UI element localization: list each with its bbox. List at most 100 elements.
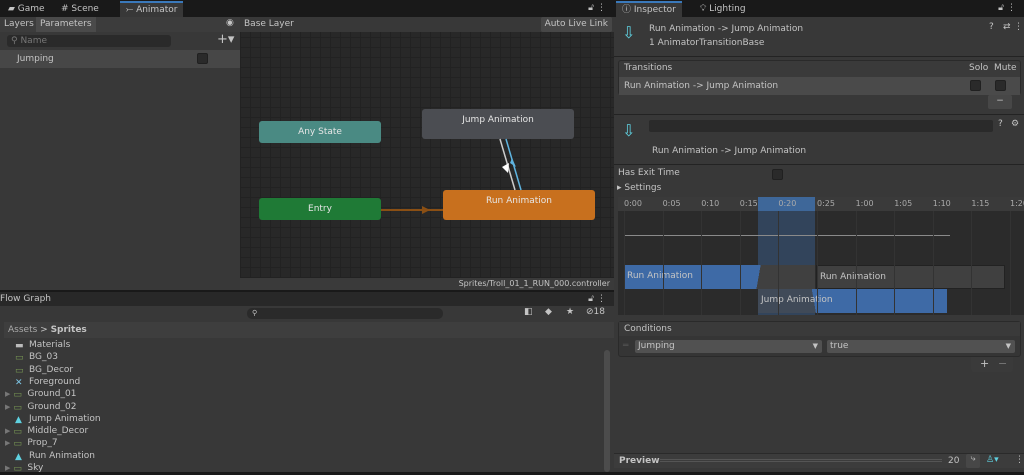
- layers-tab[interactable]: Layers: [4, 19, 34, 29]
- sprite-icon: ▭: [13, 439, 22, 450]
- avatar-preview-icon[interactable]: ♙▾: [986, 455, 999, 465]
- visibility-eye-icon[interactable]: ◉: [226, 18, 234, 28]
- expand-arrow-icon[interactable]: ▶: [5, 403, 10, 411]
- remove-transition-button[interactable]: −: [988, 95, 1012, 109]
- timeline-gridline: [971, 211, 973, 315]
- conditions-header: Conditions: [624, 324, 672, 334]
- more-menu-icon[interactable]: ⋮: [597, 3, 606, 13]
- pivot-toggle-icon[interactable]: ⤷: [966, 454, 980, 468]
- timeline-tick: 1:05: [894, 199, 913, 208]
- tab-animator[interactable]: ⤚ Animator: [120, 1, 184, 17]
- parameter-bool-checkbox[interactable]: [197, 53, 208, 64]
- solo-checkbox[interactable]: [970, 80, 981, 91]
- clip-b-bar[interactable]: Jump Animation: [758, 289, 947, 313]
- chevron-down-icon: ▼: [1005, 342, 1011, 350]
- add-parameter-button[interactable]: +▾: [217, 32, 234, 47]
- asset-item[interactable]: ▶ ▭ Middle_Decor: [5, 425, 88, 437]
- sprite-icon: ▭: [13, 402, 22, 413]
- asset-item[interactable]: ▶ ▭ Ground_02: [5, 401, 76, 413]
- expand-arrow-icon[interactable]: ▶: [5, 427, 10, 435]
- filter-by-type-icon[interactable]: ◧: [524, 307, 533, 317]
- expand-arrow-icon[interactable]: ▶: [5, 464, 10, 472]
- timeline-tick: 1:15: [971, 199, 990, 208]
- has-exit-time-label: Has Exit Time: [618, 168, 680, 178]
- filter-by-label-icon[interactable]: ◆: [545, 307, 552, 317]
- transition-timeline[interactable]: Run Animation Run Animation Jump Animati…: [618, 197, 1024, 315]
- timeline-tick: 0:00: [624, 199, 642, 208]
- mute-checbox[interactable]: [995, 80, 1006, 91]
- parameters-tab[interactable]: Parameters: [36, 17, 96, 32]
- favorites-star-icon[interactable]: ★: [566, 307, 574, 317]
- asset-label: BG_03: [29, 352, 58, 363]
- more-menu-icon[interactable]: ⋮: [1014, 22, 1023, 32]
- asset-item[interactable]: ▶ ▭ Sky: [5, 462, 43, 474]
- settings-foldout[interactable]: ▸ Settings: [617, 183, 661, 193]
- asset-label: Materials: [29, 340, 71, 350]
- expand-arrow-icon[interactable]: ▶: [5, 390, 10, 398]
- transition-arrow-head: [502, 163, 509, 173]
- help-icon[interactable]: ?: [998, 119, 1003, 129]
- preview-bar: Preview 20 ⤷ ♙▾ ⋮: [614, 453, 1024, 468]
- breadcrumb-assets[interactable]: Assets: [8, 325, 37, 335]
- timeline-gridline: [855, 211, 857, 315]
- timeline-tick: 1:00: [855, 199, 874, 208]
- help-icon[interactable]: ?: [989, 22, 994, 32]
- parameter-row[interactable]: Jumping: [0, 50, 240, 68]
- sprite-icon: ▭: [13, 390, 22, 401]
- preview-speed[interactable]: 20: [948, 456, 959, 466]
- more-menu-icon[interactable]: ⋮: [597, 294, 606, 304]
- tab-inspector[interactable]: ⓘ Inspector: [616, 1, 682, 17]
- asset-item[interactable]: ▶ ▭ Ground_01: [5, 388, 76, 400]
- lock-icon[interactable]: 🔓︎: [588, 294, 594, 304]
- animator-graph[interactable]: Base Layer Auto Live Link Any State Entr…: [240, 17, 614, 290]
- asset-item[interactable]: ▶ ▭ Prop_7: [5, 437, 58, 449]
- transition-name-input[interactable]: [649, 120, 993, 132]
- asset-item[interactable]: ▲ Jump Animation: [5, 413, 101, 425]
- breadcrumb-sprites[interactable]: Sprites: [51, 325, 87, 335]
- transition-row[interactable]: Run Animation -> Jump Animation: [619, 77, 1020, 95]
- condition-parameter-dropdown[interactable]: Jumping ▼: [635, 340, 822, 353]
- hidden-packages-toggle[interactable]: ⊘18: [586, 307, 605, 317]
- preview-resize-handle[interactable]: [660, 459, 942, 462]
- asset-item[interactable]: ▭ BG_Decor: [5, 364, 73, 376]
- transitions-list: Transitions Solo Mute Run Animation -> J…: [618, 60, 1021, 95]
- asset-item[interactable]: ▬ Materials: [5, 339, 70, 351]
- asset-list: ▬ Materials ▭ BG_03 ▭ BG_Decor ✕ Foreground ▶ ▭ Gr…: [5, 339, 600, 474]
- animation-clip-icon: ▲: [15, 451, 22, 462]
- timeline-tick: 1:10: [932, 199, 951, 208]
- tab-scene[interactable]: # Scene: [55, 1, 105, 17]
- asset-item[interactable]: ▭ BG_03: [5, 351, 58, 363]
- condition-buttons: + −: [971, 357, 1013, 372]
- remove-condition-button[interactable]: −: [998, 357, 1007, 370]
- settings-gear-icon[interactable]: ⚙: [1011, 119, 1019, 129]
- condition-value-dropdown[interactable]: true ▼: [827, 340, 1015, 353]
- condition-parameter: Jumping: [638, 341, 675, 351]
- expand-arrow-icon[interactable]: ▶: [5, 439, 10, 447]
- preset-icon[interactable]: ⇄: [1003, 22, 1011, 32]
- tab-label: Game: [17, 4, 45, 14]
- settings-label: Settings: [624, 183, 662, 193]
- has-exit-time-checkbox[interactable]: [772, 169, 783, 180]
- lock-icon[interactable]: 🔓︎: [588, 3, 594, 13]
- lock-icon[interactable]: 🔓︎: [998, 3, 1004, 13]
- asset-item[interactable]: ▲ Run Animation: [5, 450, 95, 462]
- condition-value: true: [830, 341, 849, 351]
- timeline-tick: 0:15: [739, 199, 758, 208]
- asset-item[interactable]: ✕ Foreground: [5, 376, 80, 388]
- add-condition-button[interactable]: +: [980, 357, 989, 370]
- project-search-input[interactable]: ⚲: [247, 308, 443, 319]
- scrollbar[interactable]: [604, 350, 610, 472]
- breadcrumb: Assets > Sprites: [4, 322, 614, 338]
- drag-handle-icon[interactable]: ═: [623, 341, 628, 351]
- tab-game[interactable]: ▰ Game: [2, 1, 51, 17]
- timeline-gridline: [817, 211, 818, 315]
- more-menu-icon[interactable]: ⋮: [1007, 3, 1016, 13]
- tab-lighting[interactable]: 💡︎ Lighting: [694, 1, 752, 17]
- more-menu-icon[interactable]: ⋮: [1015, 455, 1024, 465]
- transition-label: Run Animation -> Jump Animation: [652, 146, 807, 156]
- parameter-search-input[interactable]: ⚲ Name: [7, 35, 171, 47]
- asset-label: Ground_02: [27, 401, 77, 412]
- animation-clip-icon: ▲: [15, 414, 22, 425]
- project-panel: ⚲ ◧ ◆ ★ ⊘18 Assets > Sprites ▬ Materials ▭…: [0, 306, 614, 474]
- clip-a-bar[interactable]: Run Animation: [624, 265, 815, 289]
